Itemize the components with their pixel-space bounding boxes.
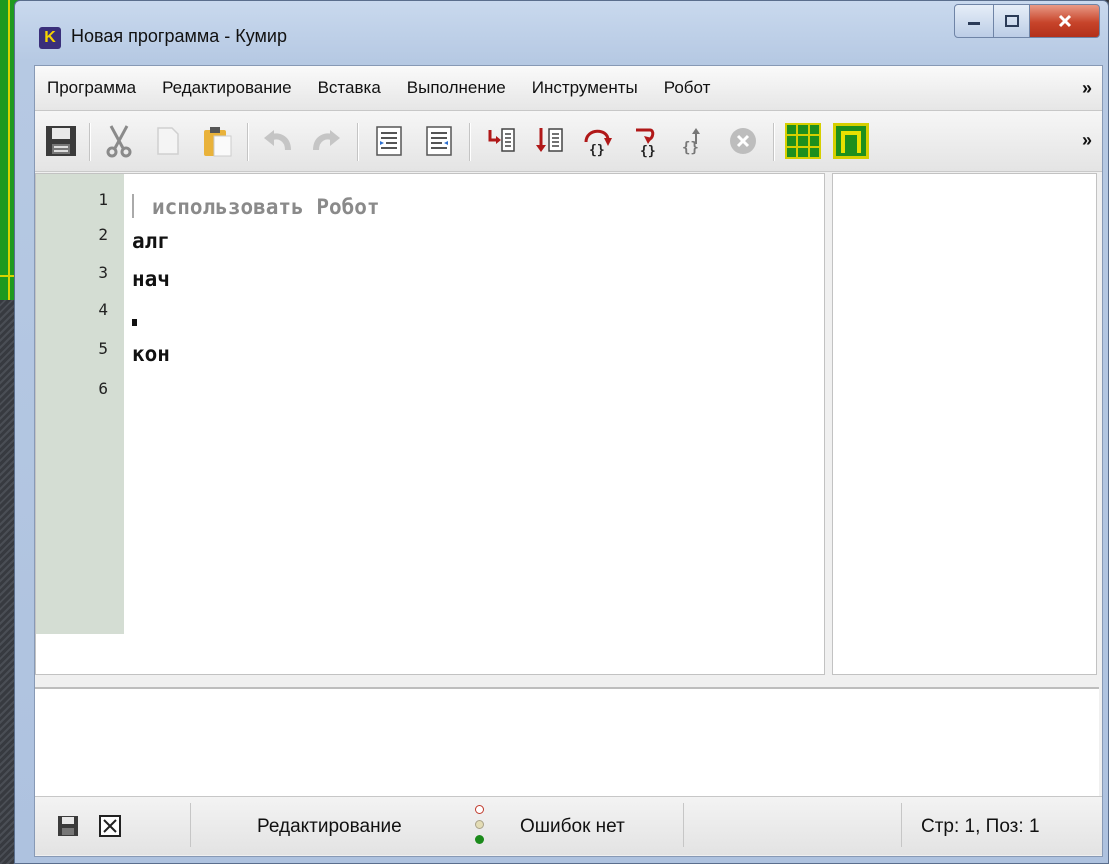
remove-line-icon [426, 126, 452, 156]
toolbar-separator [357, 123, 359, 161]
minimize-icon [968, 22, 980, 25]
copy-button[interactable] [147, 121, 187, 161]
margin-panel [832, 173, 1097, 675]
run-button[interactable] [481, 121, 521, 161]
remove-line-button[interactable] [419, 121, 459, 161]
cut-icon [106, 125, 132, 158]
status-separator [190, 803, 191, 847]
menu-edit[interactable]: Редактирование [149, 66, 305, 110]
output-console[interactable] [35, 687, 1099, 797]
toolbar-overflow-button[interactable]: » [1082, 130, 1092, 151]
step-out-icon: {} [682, 128, 700, 156]
robot-grid-button[interactable] [783, 121, 823, 161]
insert-line-button[interactable] [369, 121, 409, 161]
paste-icon [204, 127, 232, 157]
menu-tools[interactable]: Инструменты [519, 66, 651, 110]
step-run-button[interactable] [529, 121, 569, 161]
step-run-icon [536, 128, 563, 152]
client-area: Программа Редактирование Вставка Выполне… [34, 65, 1103, 857]
undo-button[interactable] [257, 121, 297, 161]
maximize-button[interactable] [994, 4, 1030, 38]
svg-text:{}: {} [640, 144, 656, 158]
save-icon [46, 126, 76, 156]
line-number: 3 [98, 263, 108, 282]
kumir-window: K Новая программа - Кумир Программа Реда… [14, 0, 1109, 864]
paste-button[interactable] [197, 121, 237, 161]
robot-grid-icon [785, 123, 821, 159]
status-separator [683, 803, 684, 847]
copy-icon [157, 127, 179, 155]
menu-overflow-button[interactable]: » [1082, 78, 1092, 99]
run-icon [488, 128, 515, 152]
text-cursor [132, 319, 137, 326]
toolbar: {} {} {} » [35, 111, 1102, 172]
status-separator [901, 803, 902, 847]
line-number: 2 [98, 225, 108, 244]
step-over-icon: {} [584, 129, 612, 158]
toolbar-separator [89, 123, 91, 161]
stop-icon [730, 128, 756, 154]
code-line-1-text: использовать Робот [152, 195, 380, 219]
cursor-position-label: Стр: 1, Поз: 1 [921, 816, 1040, 837]
close-icon [1058, 14, 1071, 28]
line-number: 1 [98, 190, 108, 209]
undo-icon [264, 130, 291, 151]
close-button[interactable] [1030, 4, 1100, 38]
window-title: Новая программа - Кумир [71, 26, 287, 46]
menu-bar: Программа Редактирование Вставка Выполне… [35, 66, 1102, 111]
cut-button[interactable] [99, 121, 139, 161]
menu-run[interactable]: Выполнение [394, 66, 519, 110]
stop-button[interactable] [723, 121, 763, 161]
line-number-gutter: 1 2 3 4 5 6 [36, 174, 124, 634]
minimize-button[interactable] [954, 4, 994, 38]
robot-field-icon [833, 123, 869, 159]
menu-program[interactable]: Программа [35, 66, 149, 110]
code-line-1: использовать Робот [132, 194, 380, 219]
title-bar[interactable]: K Новая программа - Кумир [15, 1, 1108, 63]
close-status-button[interactable] [99, 815, 121, 843]
menu-insert[interactable]: Вставка [305, 66, 394, 110]
checkbox-x-icon [99, 815, 121, 837]
maximize-icon [1004, 15, 1019, 27]
toolbar-separator [247, 123, 249, 161]
toolbar-separator [469, 123, 471, 161]
save-status-button[interactable] [57, 815, 79, 843]
save-button[interactable] [41, 121, 81, 161]
robot-field-button[interactable] [831, 121, 871, 161]
code-line-3: нач [132, 267, 170, 291]
step-into-icon: {} [636, 128, 656, 158]
redo-icon [313, 130, 340, 151]
step-out-button[interactable]: {} [675, 121, 715, 161]
caption-buttons [954, 4, 1100, 38]
line-number: 4 [98, 300, 108, 319]
svg-text:{}: {} [589, 143, 605, 158]
line-number: 6 [98, 379, 108, 398]
editor-mode-label: Редактирование [257, 816, 402, 837]
menu-robot[interactable]: Робот [651, 66, 724, 110]
comment-marker [132, 194, 134, 218]
code-line-5: кон [132, 342, 170, 366]
toolbar-separator [773, 123, 775, 161]
step-into-button[interactable]: {} [625, 121, 665, 161]
insert-line-icon [376, 126, 402, 156]
step-over-button[interactable]: {} [577, 121, 617, 161]
traffic-light-icon [473, 805, 487, 847]
app-icon: K [39, 27, 61, 49]
code-line-2: алг [132, 229, 170, 253]
save-icon [58, 816, 78, 836]
error-status-label: Ошибок нет [520, 816, 625, 837]
code-editor[interactable]: 1 2 3 4 5 6 использовать Робот алг нач к… [35, 173, 825, 675]
status-bar: Редактирование Ошибок нет Стр: 1, Поз: 1 [35, 796, 1102, 855]
redo-button[interactable] [307, 121, 347, 161]
line-number: 5 [98, 339, 108, 358]
